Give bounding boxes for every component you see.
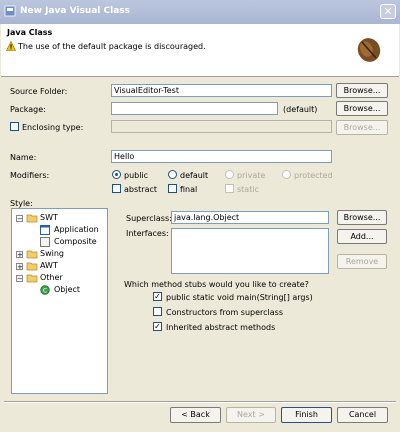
- collapse-icon[interactable]: −: [16, 215, 23, 223]
- window-title: New Java Visual Class: [20, 6, 131, 16]
- window-icon: [40, 225, 50, 235]
- superclass-browse-button[interactable]: Browse...: [337, 210, 387, 225]
- name-field[interactable]: Hello: [111, 150, 332, 163]
- public-radio[interactable]: [112, 170, 121, 179]
- abstract-methods-stub-label: Inherited abstract methods: [166, 323, 276, 332]
- package-label: Package:: [10, 105, 46, 114]
- final-label: final: [180, 185, 198, 194]
- finish-button[interactable]: Finish: [281, 407, 332, 423]
- expand-icon[interactable]: +: [16, 251, 23, 259]
- expand-icon[interactable]: +: [16, 263, 23, 271]
- default-radio[interactable]: [168, 170, 177, 179]
- folder-icon: [26, 274, 38, 283]
- package-default-label: (default): [283, 105, 318, 114]
- final-checkbox[interactable]: [168, 184, 177, 193]
- superclass-field[interactable]: java.lang.Object: [171, 211, 329, 224]
- default-label: default: [180, 171, 209, 180]
- window-icon: [4, 5, 16, 17]
- tree-item-swing[interactable]: Swing: [40, 248, 64, 259]
- tree-item-swt[interactable]: SWT: [40, 212, 58, 223]
- folder-icon: [26, 250, 38, 259]
- enclosing-browse-button[interactable]: Browse...: [336, 120, 388, 135]
- main-stub-checkbox[interactable]: ✓: [153, 292, 162, 301]
- remove-interface-button[interactable]: Remove: [337, 254, 387, 269]
- enclosing-type-field[interactable]: [111, 120, 332, 133]
- static-label: static: [237, 185, 259, 194]
- abstract-label: abstract: [124, 185, 158, 194]
- back-button[interactable]: < Back: [170, 407, 221, 423]
- source-folder-field[interactable]: VisualEditor-Test: [111, 84, 332, 97]
- close-button[interactable]: ✕: [380, 4, 396, 19]
- private-label: private: [237, 171, 266, 180]
- stubs-question: Which method stubs would you like to cre…: [124, 280, 309, 289]
- interfaces-label: Interfaces:: [126, 229, 169, 238]
- coffee-bean-icon: [357, 38, 381, 62]
- source-folder-browse-button[interactable]: Browse...: [336, 83, 388, 98]
- constructors-stub-checkbox[interactable]: [153, 307, 162, 316]
- interfaces-list[interactable]: [171, 228, 329, 274]
- tree-item-object[interactable]: Object: [54, 284, 80, 295]
- class-icon: C: [40, 285, 50, 295]
- warning-icon: [6, 41, 16, 51]
- tree-item-application[interactable]: Application: [54, 224, 99, 235]
- private-radio[interactable]: [225, 170, 234, 179]
- add-interface-button[interactable]: Add...: [337, 229, 387, 244]
- style-label: Style:: [10, 199, 33, 208]
- modifiers-label: Modifiers:: [10, 171, 50, 180]
- superclass-label: Superclass:: [126, 214, 172, 223]
- abstract-methods-stub-checkbox[interactable]: ✓: [153, 322, 162, 331]
- abstract-checkbox[interactable]: [112, 184, 121, 193]
- protected-label: protected: [294, 171, 333, 180]
- composite-icon: [40, 237, 50, 247]
- next-button[interactable]: Next >: [226, 407, 276, 423]
- main-stub-label: public static void main(String[] args): [166, 293, 313, 302]
- tree-item-composite[interactable]: Composite: [54, 236, 97, 247]
- style-tree[interactable]: − SWT Application Composite + Swing + AW…: [11, 208, 108, 394]
- banner-title: Java Class: [7, 28, 53, 37]
- enclosing-type-checkbox[interactable]: [10, 122, 19, 131]
- tree-item-awt[interactable]: AWT: [40, 260, 58, 271]
- svg-text:C: C: [43, 287, 47, 294]
- public-label: public: [124, 171, 149, 180]
- constructors-stub-label: Constructors from superclass: [166, 308, 284, 317]
- package-field[interactable]: [111, 102, 278, 115]
- protected-radio[interactable]: [282, 170, 291, 179]
- tree-item-other[interactable]: Other: [40, 272, 63, 283]
- static-checkbox[interactable]: [225, 184, 234, 193]
- package-browse-button[interactable]: Browse...: [336, 101, 388, 116]
- enclosing-type-label: Enclosing type:: [22, 123, 84, 132]
- folder-icon: [26, 262, 38, 271]
- collapse-icon[interactable]: −: [16, 275, 23, 283]
- name-label: Name:: [10, 153, 37, 162]
- folder-icon: [26, 214, 38, 223]
- source-folder-label: Source Folder:: [10, 87, 68, 96]
- footer-separator: [4, 401, 396, 403]
- banner-message: The use of the default package is discou…: [18, 42, 206, 51]
- cancel-button[interactable]: Cancel: [337, 407, 388, 423]
